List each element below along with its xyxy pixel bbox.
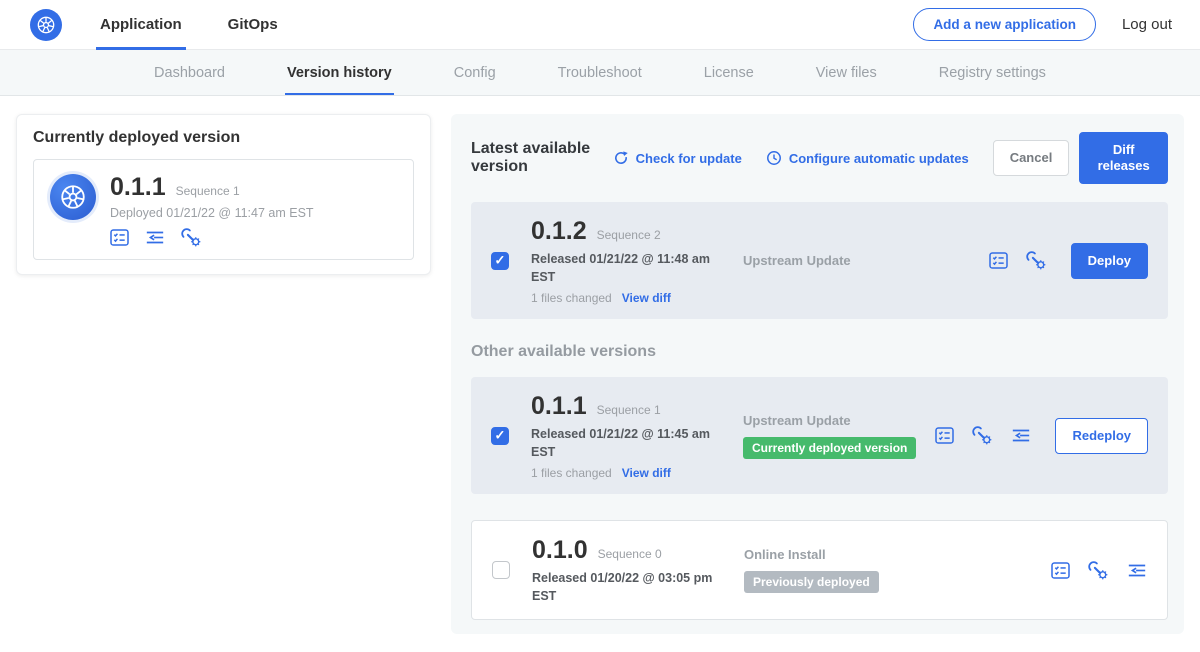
check-for-update-link[interactable]: Check for update	[613, 150, 742, 166]
helm-wheel-icon	[36, 15, 56, 35]
tab-gitops[interactable]: GitOps	[224, 0, 282, 49]
subnav-tab-dashboard[interactable]: Dashboard	[123, 50, 256, 95]
subnav-tab-license[interactable]: License	[673, 50, 785, 95]
version-sequence: Sequence 0	[598, 547, 662, 561]
app-subnav: Dashboard Version history Config Trouble…	[0, 50, 1200, 96]
version-source: Upstream Update Currently deployed versi…	[743, 413, 935, 459]
tab-application-label: Application	[100, 16, 182, 33]
version-number: 0.1.1	[531, 391, 587, 421]
config-icon[interactable]	[972, 426, 993, 445]
release-notes-icon[interactable]	[1051, 562, 1070, 579]
subnav-tab-troubleshoot[interactable]: Troubleshoot	[527, 50, 673, 95]
version-source-label: Online Install	[744, 547, 1041, 562]
release-notes-icon[interactable]	[935, 427, 954, 444]
deployed-version-info: 0.1.1 Sequence 1 Deployed 01/21/22 @ 11:…	[110, 172, 314, 247]
subnav-tab-config[interactable]: Config	[423, 50, 527, 95]
version-select-checkbox[interactable]	[491, 427, 509, 445]
release-notes-icon[interactable]	[989, 252, 1008, 269]
version-select-checkbox[interactable]	[491, 252, 509, 270]
version-sequence: Sequence 1	[597, 403, 661, 417]
diff-releases-button[interactable]: Diff releases	[1079, 132, 1168, 184]
config-icon[interactable]	[1026, 251, 1047, 270]
subnav-tab-version-history[interactable]: Version history	[256, 50, 423, 95]
subnav-tab-view-files[interactable]: View files	[785, 50, 908, 95]
version-number: 0.1.0	[532, 535, 588, 565]
config-icon[interactable]	[181, 228, 202, 247]
logout-link[interactable]: Log out	[1122, 16, 1172, 33]
topnav-right: Add a new application Log out	[913, 8, 1172, 41]
version-row: 0.1.2 Sequence 2 Released 01/21/22 @ 11:…	[471, 202, 1168, 319]
view-diff-link[interactable]: View diff	[622, 291, 671, 305]
deploy-logs-icon[interactable]	[1127, 563, 1147, 578]
main-content: Currently deployed version 0.1.1 Sequenc…	[0, 96, 1200, 652]
deployed-sequence: Sequence 1	[176, 184, 240, 198]
deployed-timestamp: Deployed 01/21/22 @ 11:47 am EST	[110, 206, 314, 220]
deployed-version-card: 0.1.1 Sequence 1 Deployed 01/21/22 @ 11:…	[33, 159, 414, 260]
version-info: 0.1.2 Sequence 2 Released 01/21/22 @ 11:…	[531, 216, 743, 305]
deployed-card-title: Currently deployed version	[33, 129, 414, 147]
kubernetes-logo-icon[interactable]	[30, 9, 62, 41]
version-actions: Redeploy	[935, 418, 1148, 454]
helm-wheel-icon	[59, 183, 87, 211]
status-badge: Currently deployed version	[743, 437, 916, 459]
version-row: 0.1.0 Sequence 0 Released 01/20/22 @ 03:…	[471, 520, 1168, 620]
config-icon[interactable]	[1088, 561, 1109, 580]
clock-icon	[766, 150, 782, 166]
topnav-tabs: Application GitOps	[96, 0, 320, 49]
redeploy-button[interactable]: Redeploy	[1055, 418, 1148, 454]
version-released-timestamp: Released 01/20/22 @ 03:05 pm EST	[532, 570, 722, 605]
add-new-application-button[interactable]: Add a new application	[913, 8, 1096, 41]
version-actions	[1051, 561, 1147, 580]
tab-gitops-label: GitOps	[228, 16, 278, 33]
deployed-version-number: 0.1.1	[110, 172, 166, 202]
status-badge: Previously deployed	[744, 571, 879, 593]
deploy-logs-icon[interactable]	[1011, 428, 1031, 443]
version-source-label: Upstream Update	[743, 413, 925, 428]
top-navbar: Application GitOps Add a new application…	[0, 0, 1200, 50]
version-number: 0.1.2	[531, 216, 587, 246]
version-released-timestamp: Released 01/21/22 @ 11:45 am EST	[531, 426, 721, 461]
version-actions: Deploy	[989, 243, 1148, 279]
version-info: 0.1.1 Sequence 1 Released 01/21/22 @ 11:…	[531, 391, 743, 480]
version-sequence: Sequence 2	[597, 228, 661, 242]
deploy-button[interactable]: Deploy	[1071, 243, 1148, 279]
other-versions-title: Other available versions	[471, 343, 1168, 361]
version-row: 0.1.1 Sequence 1 Released 01/21/22 @ 11:…	[471, 377, 1168, 494]
files-changed-label: 1 files changed	[531, 466, 612, 480]
refresh-icon	[613, 150, 629, 166]
panel-header: Latest available version Check for updat…	[471, 132, 1168, 184]
configure-automatic-updates-link[interactable]: Configure automatic updates	[766, 150, 969, 166]
version-info: 0.1.0 Sequence 0 Released 01/20/22 @ 03:…	[532, 535, 744, 605]
app-kubernetes-icon	[50, 174, 96, 220]
version-source-label: Upstream Update	[743, 253, 979, 268]
deploy-logs-icon[interactable]	[145, 230, 165, 245]
tab-application[interactable]: Application	[96, 0, 186, 49]
version-source: Upstream Update	[743, 253, 989, 268]
check-for-update-label: Check for update	[636, 151, 742, 166]
configure-automatic-updates-label: Configure automatic updates	[789, 151, 969, 166]
version-history-panel: Latest available version Check for updat…	[451, 114, 1184, 634]
latest-version-title: Latest available version	[471, 140, 599, 176]
release-notes-icon[interactable]	[110, 229, 129, 246]
view-diff-link[interactable]: View diff	[622, 466, 671, 480]
files-changed-label: 1 files changed	[531, 291, 612, 305]
currently-deployed-card: Currently deployed version 0.1.1 Sequenc…	[16, 114, 431, 275]
version-source: Online Install Previously deployed	[744, 547, 1051, 593]
subnav-tab-registry-settings[interactable]: Registry settings	[908, 50, 1077, 95]
version-released-timestamp: Released 01/21/22 @ 11:48 am EST	[531, 251, 721, 286]
version-select-checkbox[interactable]	[492, 561, 510, 579]
cancel-button[interactable]: Cancel	[993, 140, 1070, 176]
